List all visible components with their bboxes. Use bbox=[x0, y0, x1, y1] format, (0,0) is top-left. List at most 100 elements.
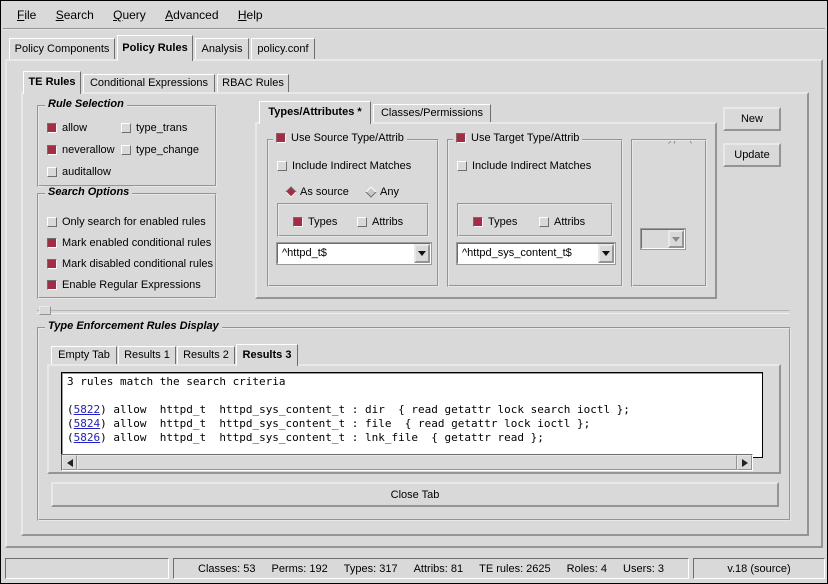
stat-classes: Classes: 53 bbox=[198, 563, 255, 575]
checkbox-indicator bbox=[121, 123, 131, 133]
chevron-down-icon[interactable] bbox=[414, 244, 430, 263]
target-type-combobox[interactable]: ^httpd_sys_content_t$ bbox=[457, 243, 615, 264]
checkbox-label: allow bbox=[62, 122, 87, 134]
target-group-title: Use Target Type/Attrib bbox=[471, 132, 579, 144]
checkbox-indicator bbox=[357, 217, 367, 227]
scroll-right-icon[interactable] bbox=[737, 455, 752, 470]
radio-label: As source bbox=[300, 186, 349, 198]
checkbox-target-attribs[interactable]: Attribs bbox=[539, 215, 585, 229]
pane-sash-line bbox=[37, 310, 789, 314]
paren: ( bbox=[67, 431, 74, 444]
tab-policy-components[interactable]: Policy Components bbox=[9, 38, 115, 59]
rule-line: (5824) allow httpd_t httpd_sys_content_t… bbox=[67, 417, 757, 431]
checkbox-label: Attribs bbox=[372, 216, 403, 228]
checkbox-indicator bbox=[47, 145, 57, 155]
checkbox-target-types[interactable]: Types bbox=[473, 215, 517, 229]
search-options-title: Search Options bbox=[45, 186, 132, 198]
pane-sash-grip[interactable] bbox=[39, 306, 51, 315]
radio-any[interactable]: Any bbox=[367, 185, 399, 199]
checkbox-indicator bbox=[539, 217, 549, 227]
scroll-left-icon[interactable] bbox=[62, 455, 77, 470]
menu-search[interactable]: Search bbox=[48, 3, 102, 22]
tab-policy-rules[interactable]: Policy Rules bbox=[117, 35, 193, 61]
tab-results-1[interactable]: Results 1 bbox=[118, 346, 176, 364]
checkbox-type-change[interactable]: type_change bbox=[121, 143, 199, 157]
stat-roles: Roles: 4 bbox=[567, 563, 607, 575]
source-type-group: Use Source Type/Attrib Include Indirect … bbox=[267, 139, 439, 287]
checkbox-enable-regex[interactable]: Enable Regular Expressions bbox=[47, 278, 201, 292]
checkbox-neverallow[interactable]: neverallow bbox=[47, 143, 115, 157]
checkbox-indicator bbox=[121, 145, 131, 155]
checkbox-label: auditallow bbox=[62, 166, 111, 178]
stat-perms: Perms: 192 bbox=[272, 563, 328, 575]
scrollbar-thumb[interactable] bbox=[77, 455, 737, 470]
menu-query[interactable]: Query bbox=[105, 3, 154, 22]
tab-conditional-expressions[interactable]: Conditional Expressions bbox=[83, 74, 215, 92]
checkbox-indicator bbox=[47, 280, 57, 290]
target-type-group: Use Target Type/Attrib Include Indirect … bbox=[447, 139, 623, 287]
results-group-title: Type Enforcement Rules Display bbox=[45, 320, 222, 332]
checkbox-indicator bbox=[47, 217, 57, 227]
checkbox-source-attribs[interactable]: Attribs bbox=[357, 215, 403, 229]
rule-id-link[interactable]: 5826 bbox=[74, 431, 101, 444]
tab-policy-conf[interactable]: policy.conf bbox=[251, 38, 315, 59]
policy-version: v.18 (source) bbox=[727, 563, 790, 575]
target-combo-value: ^httpd_sys_content_t$ bbox=[462, 247, 596, 259]
stat-users: Users: 3 bbox=[623, 563, 664, 575]
checkbox-indicator bbox=[47, 167, 57, 177]
tab-results-3[interactable]: Results 3 bbox=[236, 344, 298, 366]
stat-te-rules: TE rules: 2625 bbox=[479, 563, 551, 575]
default-type-group: fault Type (Disa bbox=[631, 139, 707, 287]
chevron-down-icon[interactable] bbox=[598, 244, 614, 263]
tab-empty-tab[interactable]: Empty Tab bbox=[51, 346, 117, 364]
source-group-title: Use Source Type/Attrib bbox=[291, 132, 404, 144]
checkbox-only-enabled-rules[interactable]: Only search for enabled rules bbox=[47, 215, 206, 229]
rule-text: ) allow httpd_t httpd_sys_content_t : di… bbox=[100, 403, 630, 416]
checkbox-label: Types bbox=[308, 216, 337, 228]
checkbox-target-indirect[interactable]: Include Indirect Matches bbox=[457, 159, 591, 173]
rule-text: ) allow httpd_t httpd_sys_content_t : ln… bbox=[100, 431, 544, 444]
source-combo-value: ^httpd_t$ bbox=[282, 247, 412, 259]
update-button[interactable]: Update bbox=[723, 143, 781, 167]
source-group-header[interactable]: Use Source Type/Attrib bbox=[273, 132, 407, 144]
checkbox-source-types[interactable]: Types bbox=[293, 215, 337, 229]
checkbox-mark-disabled-conditional[interactable]: Mark disabled conditional rules bbox=[47, 257, 213, 271]
search-options-group: Search Options Only search for enabled r… bbox=[37, 193, 217, 299]
tab-types-attributes[interactable]: Types/Attributes * bbox=[259, 101, 371, 124]
checkbox-label: neverallow bbox=[62, 144, 115, 156]
target-group-header[interactable]: Use Target Type/Attrib bbox=[453, 132, 582, 144]
rule-id-link[interactable]: 5824 bbox=[74, 417, 101, 430]
horizontal-scrollbar[interactable] bbox=[61, 454, 753, 471]
checkbox-indicator bbox=[277, 161, 287, 171]
rule-id-link[interactable]: 5822 bbox=[74, 403, 101, 416]
chevron-down-icon bbox=[668, 230, 684, 248]
status-cell-version: v.18 (source) bbox=[693, 558, 825, 579]
stat-types: Types: 317 bbox=[344, 563, 398, 575]
menu-advanced[interactable]: Advanced bbox=[157, 3, 226, 22]
tab-classes-permissions[interactable]: Classes/Permissions bbox=[373, 104, 491, 122]
checkbox-indicator bbox=[276, 133, 286, 143]
checkbox-mark-enabled-conditional[interactable]: Mark enabled conditional rules bbox=[47, 236, 211, 250]
results-summary: 3 rules match the search criteria bbox=[67, 375, 757, 389]
tab-te-rules[interactable]: TE Rules bbox=[23, 71, 81, 94]
tab-rbac-rules[interactable]: RBAC Rules bbox=[217, 74, 289, 92]
checkbox-label: Include Indirect Matches bbox=[292, 160, 411, 172]
close-tab-button[interactable]: Close Tab bbox=[51, 482, 779, 507]
menu-help[interactable]: Help bbox=[230, 3, 271, 22]
checkbox-type-trans[interactable]: type_trans bbox=[121, 121, 187, 135]
tab-analysis[interactable]: Analysis bbox=[195, 38, 249, 59]
checkbox-indicator bbox=[293, 217, 303, 227]
paren: ( bbox=[67, 417, 74, 430]
checkbox-auditallow[interactable]: auditallow bbox=[47, 165, 111, 179]
status-cell-stats: Classes: 53 Perms: 192 Types: 317 Attrib… bbox=[173, 558, 689, 579]
source-type-combobox[interactable]: ^httpd_t$ bbox=[277, 243, 431, 264]
results-text-area[interactable]: 3 rules match the search criteria (5822)… bbox=[61, 372, 763, 458]
rule-text: ) allow httpd_t httpd_sys_content_t : fi… bbox=[100, 417, 590, 430]
radio-as-source[interactable]: As source bbox=[287, 185, 349, 199]
checkbox-source-indirect[interactable]: Include Indirect Matches bbox=[277, 159, 411, 173]
new-button[interactable]: New bbox=[723, 107, 781, 131]
tab-results-2[interactable]: Results 2 bbox=[177, 346, 235, 364]
checkbox-label: Enable Regular Expressions bbox=[62, 279, 201, 291]
menu-file[interactable]: File bbox=[9, 3, 44, 22]
checkbox-allow[interactable]: allow bbox=[47, 121, 87, 135]
